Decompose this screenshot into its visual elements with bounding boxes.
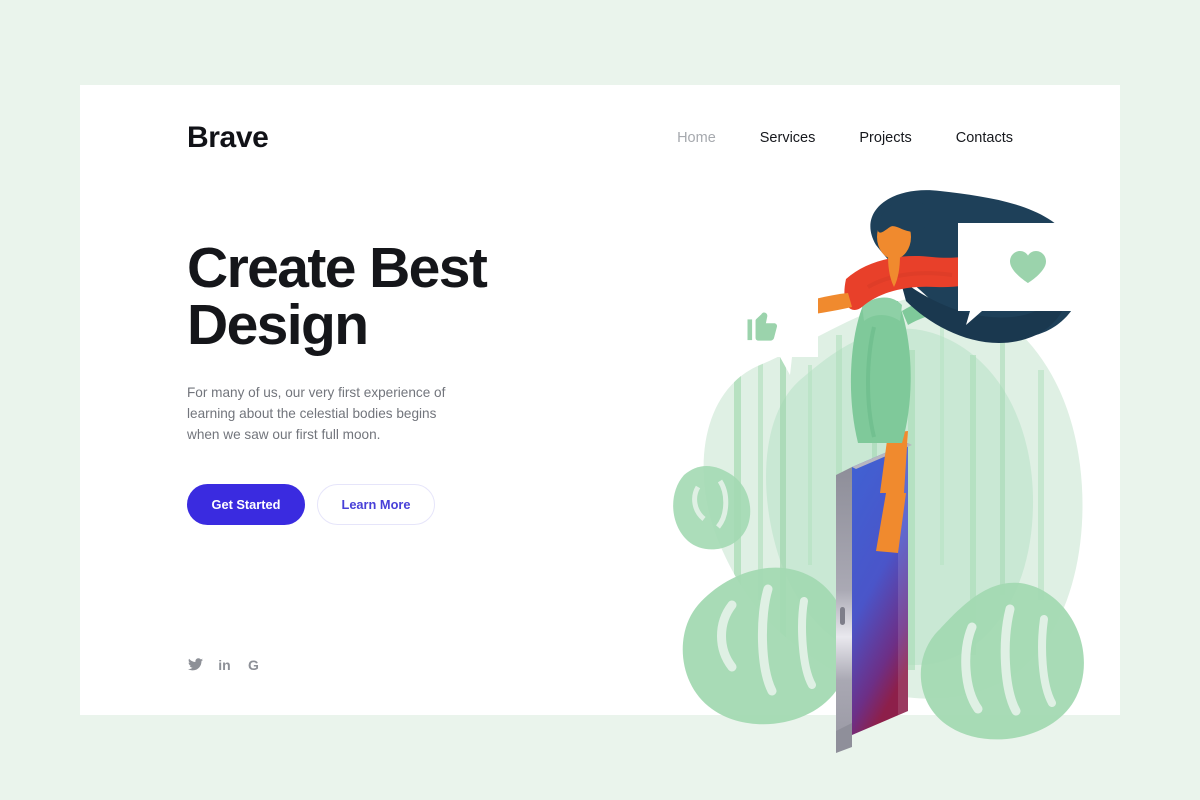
google-glyph: G (248, 656, 259, 673)
google-icon[interactable]: G (245, 656, 262, 673)
brand-logo[interactable]: Brave (187, 121, 269, 155)
learn-more-button[interactable]: Learn More (317, 484, 435, 525)
page-root: Brave Home Services Projects Contacts Cr… (0, 0, 1200, 800)
hero-card: Brave Home Services Projects Contacts Cr… (80, 85, 1120, 753)
hero-paragraph: For many of us, our very first experienc… (187, 385, 446, 442)
nav-item-home[interactable]: Home (677, 130, 716, 146)
get-started-button[interactable]: Get Started (187, 484, 305, 525)
nav-item-services[interactable]: Services (760, 130, 816, 146)
hero-content: Create Best Design For many of us, our v… (187, 240, 587, 525)
nav-item-projects[interactable]: Projects (859, 130, 911, 146)
social-links: in G (187, 656, 262, 673)
twitter-icon[interactable] (187, 656, 204, 673)
hero-illustration (640, 175, 1120, 765)
main-navigation: Home Services Projects Contacts (677, 130, 1013, 146)
linkedin-icon[interactable]: in (216, 656, 233, 673)
hero-actions: Get Started Learn More (187, 484, 587, 525)
heart-bubble (958, 223, 1092, 325)
linkedin-glyph: in (218, 656, 231, 673)
page-title: Create Best Design (187, 236, 488, 357)
nav-item-contacts[interactable]: Contacts (956, 130, 1013, 146)
